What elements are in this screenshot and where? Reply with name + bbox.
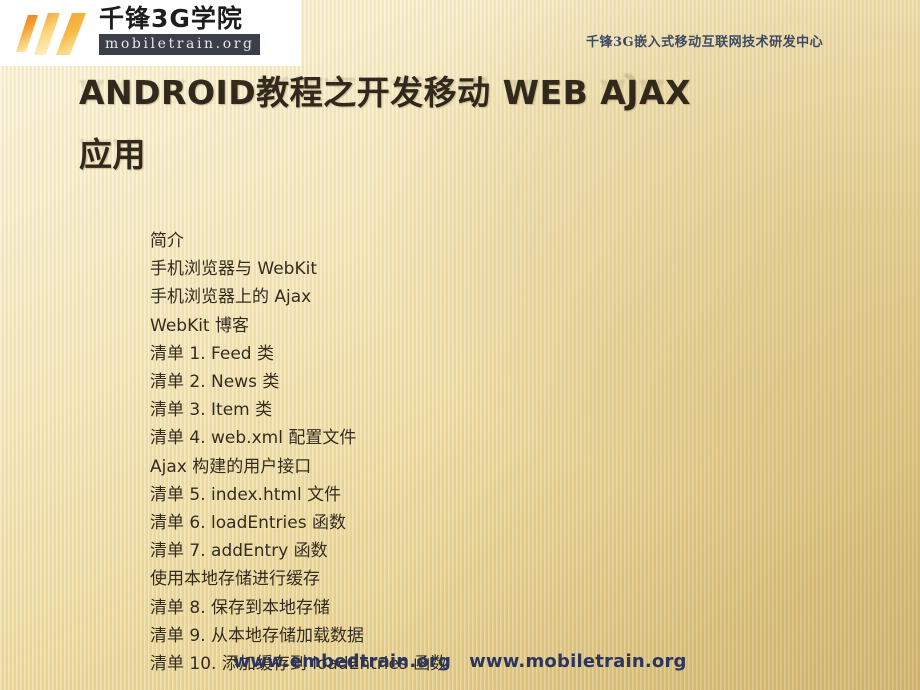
list-item: 清单 1. Feed 类 (150, 343, 274, 364)
presentation-slide: 千锋3G学院 mobiletrain.org 千锋3G嵌入式移动互联网技术研发中… (0, 0, 920, 690)
list-item: 简介 (150, 231, 184, 251)
logo-brand-cn: 千锋3G学院 (99, 4, 243, 33)
slide-title: ANDROID教程之开发移动 WEB AJAX ANDROID教程之开发移动 W… (79, 72, 879, 196)
list-item: 清单 8. 保存到本地存储 (150, 597, 331, 618)
title-line-2: 应用 应用 (79, 134, 879, 182)
list-item: 清单 2. News 类 (150, 372, 280, 393)
title-line-2-text: 应用 (79, 135, 146, 174)
list-item: 手机浏览器上的 Ajax (150, 287, 312, 308)
list-item: 手机浏览器与 WebKit (150, 259, 318, 280)
footer-links-group: www.embedtrain.org www.mobiletrain.org (233, 651, 686, 672)
footer-link-mobiletrain[interactable]: www.mobiletrain.org (469, 651, 687, 672)
list-item: Ajax 构建的用户接口 (150, 456, 312, 477)
list-item: WebKit 博客 (150, 315, 250, 336)
list-item: 清单 7. addEntry 函数 (150, 541, 328, 562)
qianfeng-logo-mark-icon (16, 13, 86, 55)
list-item: 清单 6. loadEntries 函数 (150, 513, 346, 534)
logo-text-group: 千锋3G学院 mobiletrain.org (99, 4, 295, 55)
list-item: 清单 3. Item 类 (150, 400, 273, 421)
slide-footer: www.embedtrain.org www.mobiletrain.org (0, 651, 920, 672)
list-item: 清单 9. 从本地存储加载数据 (150, 625, 365, 646)
footer-link-embedtrain[interactable]: www.embedtrain.org (233, 651, 451, 672)
list-item: 清单 5. index.html 文件 (150, 484, 342, 505)
agenda-list: 简介 手机浏览器与 WebKit 手机浏览器上的 Ajax WebKit 博客 … (150, 227, 850, 678)
logo-brand-url: mobiletrain.org (99, 34, 260, 55)
organization-line: 千锋3G嵌入式移动互联网技术研发中心 (586, 35, 824, 50)
title-line-1-text: ANDROID教程之开发移动 WEB AJAX (79, 73, 692, 112)
title-line-1: ANDROID教程之开发移动 WEB AJAX ANDROID教程之开发移动 W… (79, 72, 879, 120)
list-item: 使用本地存储进行缓存 (150, 569, 320, 590)
list-item: 清单 4. web.xml 配置文件 (150, 428, 357, 449)
logo-box: 千锋3G学院 mobiletrain.org (0, 0, 301, 66)
